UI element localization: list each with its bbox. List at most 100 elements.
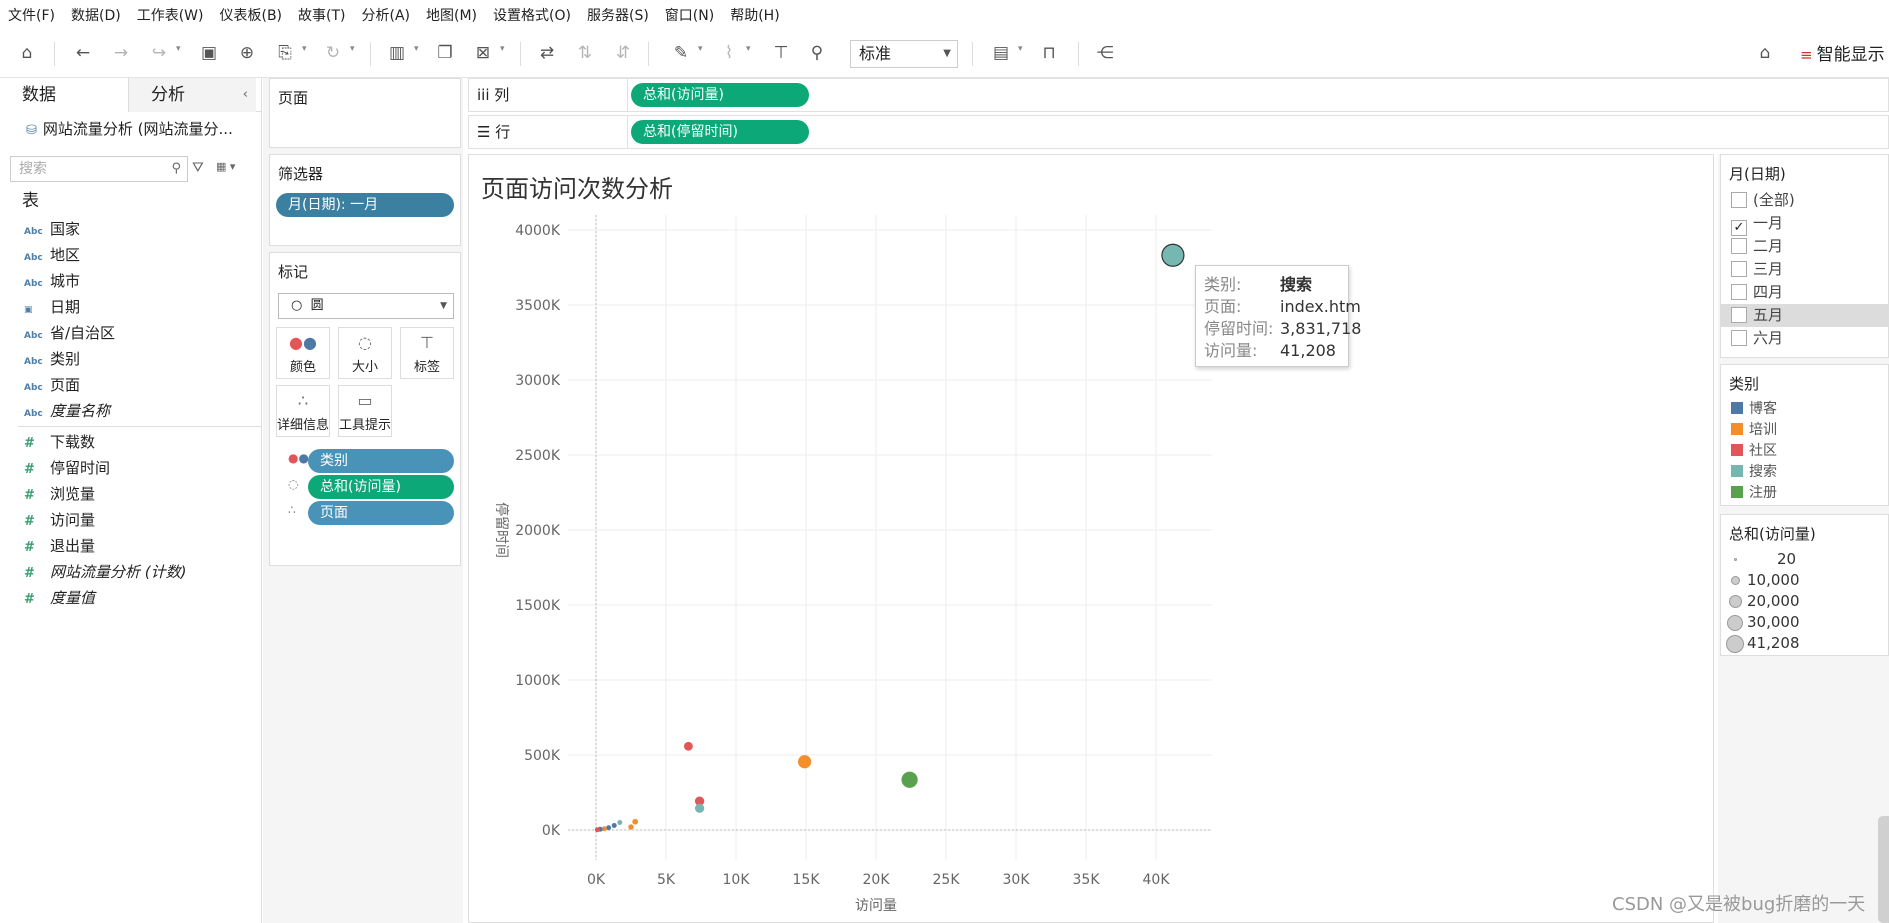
scatter-point[interactable] [632,818,639,825]
dimension-field[interactable]: Abc 页面 [0,372,261,398]
mark-type-select[interactable]: ○ 圆 ▼ [278,293,454,319]
collapse-icon[interactable]: ‹ [243,78,248,112]
month-filter-item[interactable]: 六月 [1721,327,1888,350]
show-labels-icon[interactable]: ⊤ [768,40,794,66]
refresh-icon[interactable]: ↻ [320,40,346,66]
scatter-point[interactable] [628,824,634,830]
menu-item[interactable]: 仪表板(B) [219,5,282,25]
save-icon[interactable]: ▣ [196,40,222,66]
paint-icon[interactable]: ⌂ [1752,40,1778,66]
color-legend-item[interactable]: 搜索 [1721,462,1888,483]
checkbox[interactable] [1731,261,1747,277]
month-filter-item[interactable]: 五月 [1721,304,1888,327]
measure-field[interactable]: # 下载数 [0,429,261,455]
menu-item[interactable]: 数据(D) [71,5,121,25]
menu-item[interactable]: 地图(M) [426,5,477,25]
month-filter-item[interactable]: (全部) [1721,189,1888,212]
dimension-field[interactable]: Abc 地区 [0,242,261,268]
redo-icon[interactable]: → [108,40,134,66]
sort-descending-icon[interactable]: ⇵ [610,40,636,66]
datasource-item[interactable]: ⛁ 网站流量分析 (网站流量分... [0,112,261,146]
fix-axes-icon[interactable]: ⚲ [804,40,830,66]
show-cards-icon[interactable]: ▤ [988,40,1014,66]
tooltip-button[interactable]: ▭ 工具提示 [338,385,392,437]
menu-item[interactable]: 分析(A) [362,5,411,25]
pages-card[interactable]: 页面 [269,78,461,148]
measure-field[interactable]: # 访问量 [0,507,261,533]
measure-field[interactable]: # 度量值 [0,585,261,611]
tab-data[interactable]: 数据 [0,78,128,112]
home-icon[interactable]: ⌂ [14,40,40,66]
group-icon[interactable]: ⌇ [716,40,742,66]
search-input[interactable]: 搜索 ⚲ [10,156,188,182]
scatter-point[interactable] [694,803,705,813]
menu-item[interactable]: 设置格式(O) [493,5,571,25]
marks-pill-category[interactable]: 类别 [308,449,454,473]
filters-card[interactable]: 筛选器 月(日期): 一月 [269,154,461,246]
filter-icon[interactable]: ⛛ [192,160,204,176]
group-dropdown-icon[interactable]: ▾ [746,44,751,54]
dimension-field[interactable]: Abc 省/自治区 [0,320,261,346]
month-filter-item[interactable]: 二月 [1721,235,1888,258]
view-options-icon[interactable]: ▦ ▾ [216,160,235,173]
checkbox[interactable] [1731,284,1747,300]
scatter-point[interactable] [594,827,600,833]
swap-axes-icon[interactable]: ⇄ [534,40,560,66]
measure-field[interactable]: # 退出量 [0,533,261,559]
pause-dropdown-icon[interactable]: ▾ [302,44,307,54]
checkbox[interactable] [1731,192,1747,208]
scatter-chart[interactable]: 0K 5K 10K 15K 20K 25K 30K 35K 40K 0K 500K 1000K 1500… [469,155,1713,922]
measure-field[interactable]: # 浏览量 [0,481,261,507]
scatter-point[interactable] [797,755,812,769]
menu-item[interactable]: 工作表(W) [137,5,204,25]
checkbox[interactable] [1731,238,1747,254]
show-cards-dropdown-icon[interactable]: ▾ [1018,44,1023,54]
highlight-icon[interactable]: ✎ [668,40,694,66]
scatter-point[interactable] [606,825,612,831]
rows-shelf[interactable]: ☰ 行 总和(停留时间) [468,115,1889,149]
dimension-field[interactable]: Abc 度量名称 [0,398,261,424]
color-legend-item[interactable]: 社区 [1721,441,1888,462]
measure-field[interactable]: # 停留时间 [0,455,261,481]
month-filter-item[interactable]: 四月 [1721,281,1888,304]
menu-item[interactable]: 服务器(S) [587,5,649,25]
duplicate-sheet-icon[interactable]: ❐ [432,40,458,66]
checkbox[interactable] [1731,330,1747,346]
dimension-field[interactable]: Abc 城市 [0,268,261,294]
new-worksheet-icon[interactable]: ▥ [384,40,410,66]
replay-dropdown-icon[interactable]: ▾ [176,44,181,54]
dimension-field[interactable]: Abc 类别 [0,346,261,372]
month-filter-item[interactable]: ✓ 一月 [1721,212,1888,236]
rows-pill-stay-time[interactable]: 总和(停留时间) [631,120,809,144]
highlight-dropdown-icon[interactable]: ▾ [698,44,703,54]
checkbox[interactable]: ✓ [1731,220,1747,236]
filter-pill-month[interactable]: 月(日期): 一月 [276,193,454,217]
sort-ascending-icon[interactable]: ⇅ [572,40,598,66]
month-filter-item[interactable]: 三月 [1721,258,1888,281]
menu-item[interactable]: 窗口(N) [665,5,714,25]
menu-item[interactable]: 文件(F) [8,5,55,25]
measure-field[interactable]: # 网站流量分析 (计数) [0,559,261,585]
color-legend-item[interactable]: 培训 [1721,420,1888,441]
detail-button[interactable]: ∴ 详细信息 [276,385,330,437]
menu-item[interactable]: 帮助(H) [730,5,779,25]
clear-sheet-icon[interactable]: ⊠ [470,40,496,66]
label-button[interactable]: ⊤ 标签 [400,327,454,379]
menu-item[interactable]: 故事(T) [298,5,345,25]
marks-pill-page[interactable]: 页面 [308,501,454,525]
new-worksheet-dropdown-icon[interactable]: ▾ [414,44,419,54]
fit-select[interactable]: 标准 ▼ [850,40,958,68]
clear-dropdown-icon[interactable]: ▾ [500,44,505,54]
color-legend-item[interactable]: 博客 [1721,399,1888,420]
presentation-mode-icon[interactable]: ⊓ [1036,40,1062,66]
columns-shelf[interactable]: iii 列 总和(访问量) [468,78,1889,112]
scatter-point[interactable] [611,823,617,828]
scatter-point[interactable] [901,771,918,788]
scrollbar-thumb[interactable] [1878,816,1889,923]
share-icon[interactable]: ⋲ [1092,40,1118,66]
refresh-dropdown-icon[interactable]: ▾ [350,44,355,54]
columns-pill-visits[interactable]: 总和(访问量) [631,83,809,107]
size-button[interactable]: ◌ 大小 [338,327,392,379]
pause-updates-icon[interactable]: ⎘ [272,40,298,66]
dimension-field[interactable]: ▣ 日期 [0,294,261,320]
